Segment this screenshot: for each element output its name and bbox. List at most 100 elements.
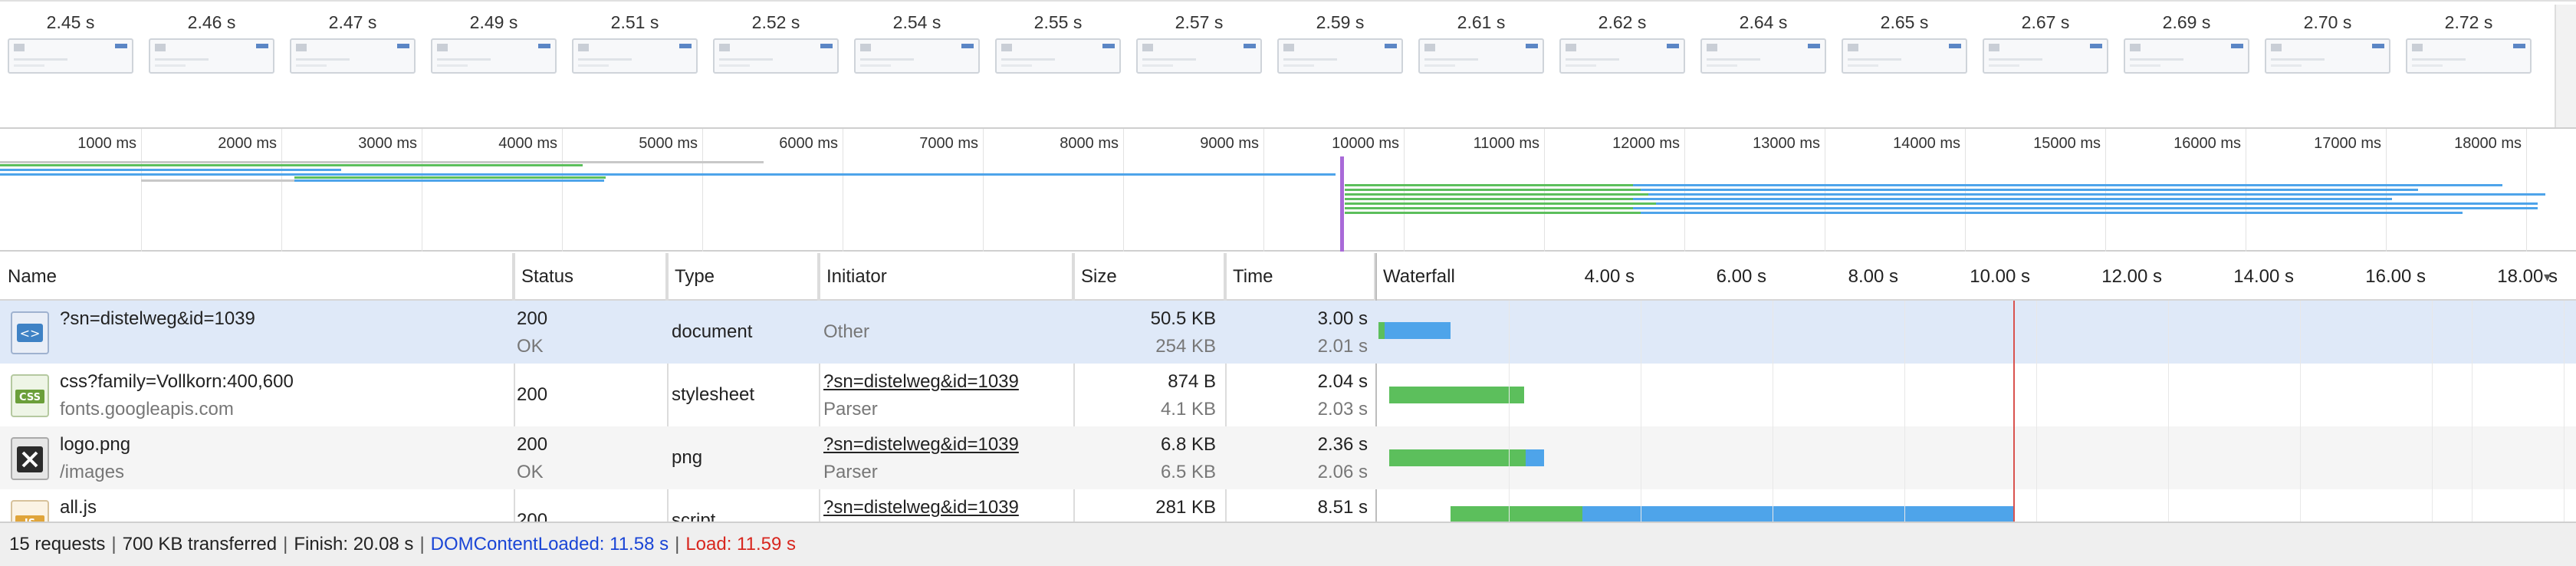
table-header: Name Status Type Initiator Size Time Wat… (0, 253, 2576, 301)
request-name: logo.png (60, 434, 131, 455)
overview-gridline (2526, 129, 2527, 252)
filmstrip-frame[interactable]: 2.57 s (1129, 2, 1270, 129)
table-row[interactable]: <> ?sn=distelweg&id=1039 200 OK document… (0, 301, 2576, 364)
initiator-link[interactable]: ?sn=distelweg&id=1039 (823, 434, 1019, 456)
transfer-size: 6.8 KB (1160, 434, 1216, 455)
column-header-waterfall[interactable]: Waterfall (1375, 253, 1513, 301)
waterfall-scale-label: 6.00 s (1716, 266, 1766, 287)
waterfall-waiting-bar[interactable] (1389, 387, 1524, 403)
filmstrip-frame[interactable]: 2.51 s (564, 2, 705, 129)
filmstrip-frame[interactable]: 2.69 s (2116, 2, 2257, 129)
overview-request-bar (294, 179, 604, 182)
overview-request-bar (1633, 198, 2392, 200)
overview-gridline (562, 129, 563, 252)
frame-thumbnail (1559, 38, 1685, 74)
waterfall-waiting-bar[interactable] (1451, 506, 1582, 522)
overview-gridline (141, 129, 142, 252)
overview-request-bar (1345, 189, 1644, 191)
overview-gridline (1123, 129, 1124, 252)
frame-thumbnail (431, 38, 557, 74)
column-header-initiator[interactable]: Initiator (819, 253, 1073, 301)
column-header-time[interactable]: Time (1225, 253, 1375, 301)
table-row[interactable]: JS all.js 200 script ?sn=distelweg&id=10… (0, 489, 2576, 522)
overview-timeline[interactable]: 1000 ms 2000 ms 3000 ms 4000 ms 5000 ms 6000 … (0, 129, 2576, 252)
overview-request-bar (1345, 193, 1651, 196)
filmstrip-frame[interactable]: 2.52 s (705, 2, 846, 129)
table-row[interactable]: logo.png /images 200 OK png ?sn=distelwe… (0, 426, 2576, 489)
column-header-status[interactable]: Status (514, 253, 667, 301)
frame-thumbnail (995, 38, 1121, 74)
overview-tick-label: 11000 ms (1473, 135, 1539, 152)
initiator-link[interactable]: ?sn=distelweg&id=1039 (823, 371, 1019, 393)
transferred-size: 700 KB transferred (122, 534, 278, 554)
status-bar: 15 requests | 700 KB transferred | Finish: 2… (0, 522, 2576, 566)
overview-tick-label: 7000 ms (919, 135, 978, 152)
overview-tick-label: 9000 ms (1200, 135, 1259, 152)
overview-request-bar (294, 176, 606, 179)
request-name: all.js (60, 497, 97, 518)
filmstrip-frame[interactable]: 2.55 s (987, 2, 1129, 129)
filmstrip-frame[interactable]: 2.61 s (1411, 2, 1552, 129)
overview-gridline (1263, 129, 1264, 252)
waterfall-scale-label: 8.00 s (1848, 266, 1898, 287)
filmstrip-scrollbar[interactable] (2555, 5, 2576, 127)
filmstrip-frame[interactable]: 2.67 s (1975, 2, 2116, 129)
waterfall-scale-label: 14.00 s (2233, 266, 2294, 287)
table-row[interactable]: CSS css?family=Vollkorn:400,600 fonts.go… (0, 364, 2576, 426)
latency: 2.06 s (1317, 462, 1368, 482)
initiator-detail: Parser (823, 462, 878, 482)
overview-tick-label: 4000 ms (498, 135, 557, 152)
overview-request-bar (1345, 184, 1636, 186)
filmstrip-frame[interactable]: 2.70 s (2257, 2, 2398, 129)
waterfall-download-bar[interactable] (1385, 322, 1451, 339)
initiator-link[interactable]: ?sn=distelweg&id=1039 (823, 497, 1019, 518)
filmstrip-frame[interactable]: 2.47 s (282, 2, 423, 129)
filmstrip-frame[interactable]: 2.62 s (1552, 2, 1693, 129)
waterfall-download-bar[interactable] (1582, 506, 2013, 522)
filmstrip-frame[interactable]: 2.45 s (0, 2, 141, 129)
waterfall-waiting-bar[interactable] (1378, 322, 1385, 339)
overview-tick-label: 15000 ms (2033, 135, 2101, 152)
waterfall-scale-label: 4.00 s (1584, 266, 1635, 287)
frame-thumbnail (8, 38, 133, 74)
frame-time-label: 2.65 s (1880, 12, 1929, 32)
load-time: Load: 11.59 s (685, 534, 796, 554)
filmstrip-frame[interactable]: 2.54 s (846, 2, 987, 129)
frame-thumbnail (1700, 38, 1826, 74)
frame-thumbnail (1842, 38, 1967, 74)
filmstrip-frame[interactable]: 2.72 s (2398, 2, 2539, 129)
filmstrip-frame[interactable]: 2.59 s (1270, 2, 1411, 129)
sort-down-icon[interactable]: ▾ (2544, 270, 2555, 284)
overview-request-bar (0, 173, 1336, 176)
html-icon: <> (11, 311, 49, 354)
filmstrip-frame[interactable]: 2.64 s (1693, 2, 1834, 129)
svg-text:CSS: CSS (19, 392, 41, 403)
overview-tick-label: 10000 ms (1332, 135, 1399, 152)
waterfall-waiting-bar[interactable] (1389, 449, 1526, 466)
frame-time-label: 2.59 s (1316, 12, 1365, 32)
transfer-size: 281 KB (1155, 497, 1216, 518)
overview-tick-label: 1000 ms (77, 135, 136, 152)
total-time: 8.51 s (1317, 497, 1368, 518)
request-path: /images (60, 462, 125, 482)
transfer-size: 50.5 KB (1150, 308, 1216, 329)
load-event-line (2013, 301, 2015, 522)
request-name: ?sn=distelweg&id=1039 (60, 308, 255, 329)
column-header-size[interactable]: Size (1073, 253, 1225, 301)
column-header-name[interactable]: Name (0, 253, 514, 301)
waterfall-download-bar[interactable] (1526, 449, 1544, 466)
status-text: OK (517, 462, 544, 482)
overview-tick-label: 18000 ms (2454, 135, 2522, 152)
overview-request-bar (1345, 198, 1636, 200)
status-code: 200 (517, 308, 548, 329)
frame-time-label: 2.52 s (751, 12, 800, 32)
filmstrip-frame[interactable]: 2.65 s (1834, 2, 1975, 129)
latency: 2.01 s (1317, 336, 1368, 357)
frame-thumbnail (1136, 38, 1262, 74)
column-header-type[interactable]: Type (667, 253, 819, 301)
initiator: Other (823, 321, 870, 342)
filmstrip-frame[interactable]: 2.46 s (141, 2, 282, 129)
frame-time-label: 2.57 s (1175, 12, 1224, 32)
filmstrip-frame[interactable]: 2.49 s (423, 2, 564, 129)
overview-request-bar (0, 169, 341, 171)
